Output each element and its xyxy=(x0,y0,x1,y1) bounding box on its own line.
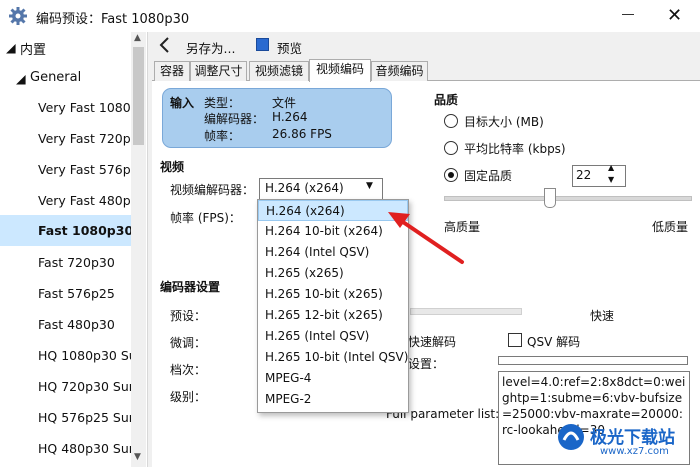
tab-video-filters[interactable]: 视频滤镜 xyxy=(249,61,309,81)
preset-item-selected[interactable]: Fast 1080p30 xyxy=(0,215,133,246)
quality-heading: 品质 xyxy=(434,93,459,107)
tab-resize[interactable]: 调整尺寸 xyxy=(190,61,247,81)
target-size-label: 目标大小 (MB) xyxy=(464,115,544,129)
preset-item[interactable]: HQ 720p30 Sur xyxy=(38,379,134,394)
qsv-decode-label: QSV 解码 xyxy=(527,335,581,349)
quality-value: 22 xyxy=(576,168,592,182)
preset-item[interactable]: Very Fast 576p xyxy=(38,162,131,177)
preset-item[interactable]: Very Fast 480p xyxy=(38,193,131,208)
gear-icon xyxy=(9,7,27,25)
save-as-button[interactable]: 另存为... xyxy=(186,38,235,57)
qsv-decode-checkbox[interactable] xyxy=(508,333,522,347)
window-title: 编码预设：Fast 1080p30 xyxy=(36,12,190,27)
tab-audio-encoding[interactable]: 音频编码 xyxy=(371,61,428,81)
spin-up-icon[interactable]: ▲ xyxy=(608,163,614,172)
encoder-heading: 编码器设置 xyxy=(160,280,221,294)
codec-option[interactable]: MPEG-2 xyxy=(258,389,408,410)
fps-label: 帧率： xyxy=(204,129,241,143)
decoder-value: H.264 xyxy=(272,110,308,124)
quality-slider-thumb[interactable] xyxy=(544,188,556,208)
scroll-up-icon[interactable]: ▲ xyxy=(134,33,141,43)
preset-label: 预设： xyxy=(170,309,207,323)
preset-item[interactable]: Very Fast 1080p xyxy=(38,100,139,115)
fps-select-label: 帧率 (FPS)： xyxy=(170,211,241,225)
preview-icon[interactable] xyxy=(256,38,269,51)
codec-option[interactable]: MPEG-4 xyxy=(258,368,408,389)
decoder-label: 编解码器： xyxy=(204,112,265,126)
close-button[interactable]: ✕ xyxy=(667,7,682,25)
preset-slider[interactable] xyxy=(410,308,522,315)
codec-label: 视频编解码器： xyxy=(170,183,255,197)
video-codec-value: H.264 (x264) xyxy=(265,181,344,195)
preset-item[interactable]: Fast 576p25 xyxy=(38,286,115,301)
input-heading: 输入 xyxy=(170,96,195,110)
preset-sidebar xyxy=(0,32,148,467)
level-label: 级别： xyxy=(170,390,207,404)
fps-value: 26.86 FPS xyxy=(272,127,332,141)
type-label: 类型： xyxy=(204,96,241,110)
watermark-text: 极光下载站 xyxy=(590,428,675,448)
codec-option[interactable]: H.265 12-bit (x265) xyxy=(258,305,408,326)
preset-item[interactable]: HQ 576p25 Sur xyxy=(38,410,134,425)
tab-video-encoding[interactable]: 视频编码 xyxy=(309,59,371,82)
scroll-down-icon[interactable]: ▼ xyxy=(134,452,141,462)
extra-settings-label: 设置： xyxy=(408,357,445,371)
preset-item[interactable]: Very Fast 720p xyxy=(38,131,131,146)
watermark-url: www.xz7.com xyxy=(600,446,669,457)
codec-option[interactable]: H.265 (Intel QSV) xyxy=(258,326,408,347)
low-quality-label: 低质量 xyxy=(652,220,689,234)
tab-container[interactable]: 容器 xyxy=(154,61,190,81)
spin-down-icon[interactable]: ▼ xyxy=(608,175,614,184)
tree-expand-icon[interactable]: ◢ xyxy=(16,71,26,86)
extra-options-field[interactable] xyxy=(498,356,688,365)
tree-item-general[interactable]: General xyxy=(30,70,81,85)
divider xyxy=(147,32,148,467)
tree-item-builtin[interactable]: 内置 xyxy=(20,39,46,58)
codec-option[interactable]: H.265 10-bit (x265) xyxy=(258,284,408,305)
avg-bitrate-radio[interactable] xyxy=(444,141,458,155)
target-size-radio[interactable] xyxy=(444,114,458,128)
profile-label: 档次： xyxy=(170,363,207,377)
codec-option[interactable]: H.265 10-bit (Intel QSV) xyxy=(258,347,408,368)
preset-item[interactable]: Fast 720p30 xyxy=(38,255,115,270)
watermark-logo-icon xyxy=(558,424,584,450)
preset-item[interactable]: HQ 1080p30 Su xyxy=(38,348,137,363)
constant-quality-radio[interactable] xyxy=(444,168,458,182)
video-heading: 视频 xyxy=(160,160,185,174)
tune-label: 微调： xyxy=(170,336,207,350)
preset-item[interactable]: Fast 480p30 xyxy=(38,317,115,332)
quality-slider[interactable] xyxy=(444,196,692,201)
preset-right-label: 快速 xyxy=(590,309,615,323)
minimize-button[interactable] xyxy=(622,14,634,15)
preview-button[interactable]: 预览 xyxy=(277,38,302,57)
avg-bitrate-label: 平均比特率 (kbps) xyxy=(464,142,566,156)
constant-quality-label: 固定品质 xyxy=(464,169,513,183)
preset-item[interactable]: HQ 480p30 Sur xyxy=(38,441,134,456)
back-chevron-icon[interactable] xyxy=(158,36,172,54)
annotation-arrow-icon xyxy=(388,212,464,264)
fast-decode-label: 快速解码 xyxy=(408,335,457,349)
tree-expand-icon[interactable]: ◢ xyxy=(6,40,16,55)
chevron-down-icon[interactable]: ▼ xyxy=(366,181,373,191)
scrollbar-thumb[interactable] xyxy=(133,47,144,145)
type-value: 文件 xyxy=(272,96,297,110)
